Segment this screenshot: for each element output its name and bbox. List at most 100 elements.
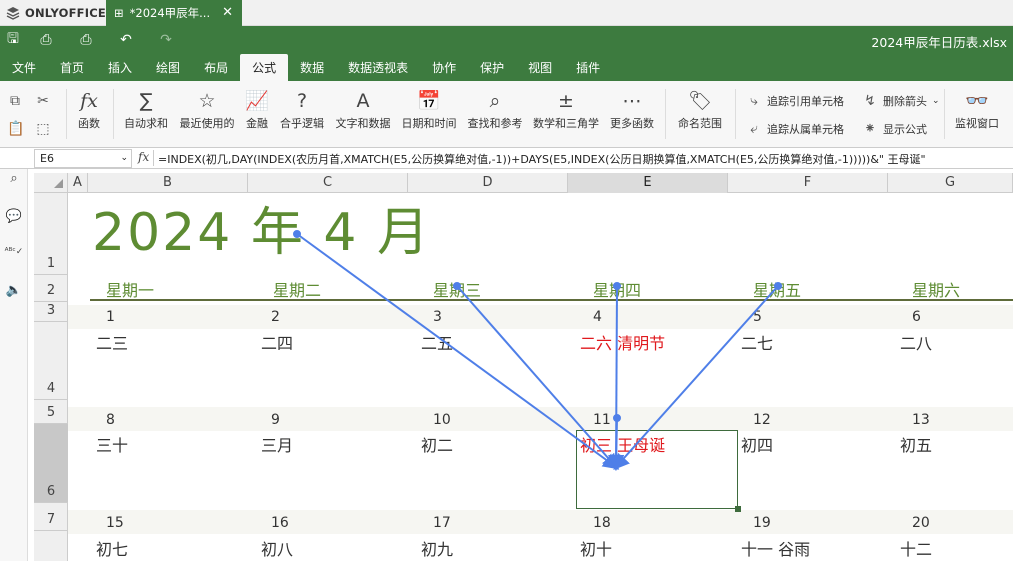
trace-arrow-origin — [613, 414, 621, 422]
trace-arrow-origin — [293, 230, 301, 238]
close-icon[interactable]: ✕ — [222, 5, 233, 20]
fx-icon[interactable]: fx — [138, 150, 149, 164]
menu-8[interactable]: 协作 — [420, 54, 468, 81]
menu-10[interactable]: 视图 — [516, 54, 564, 81]
trace-arrow-origin — [453, 282, 461, 290]
trace-arrow — [613, 285, 779, 470]
show-formulas-icon: ⁕ — [864, 121, 876, 137]
row-header-7[interactable]: 7 — [34, 503, 68, 531]
trace-arrow-origin — [774, 282, 782, 290]
title-tab-bar: ONLYOFFICE ⊞ *2024甲辰年... ✕ — [0, 0, 1013, 26]
column-headers: ABCDEFG — [68, 173, 1013, 193]
row-header-2[interactable]: 2 — [34, 275, 68, 302]
plus-minus-icon: ± — [558, 90, 574, 112]
select-all-corner[interactable] — [34, 173, 68, 193]
menu-1[interactable]: 首页 — [48, 54, 96, 81]
trace-precedents-button[interactable]: ⤷ 追踪引用单元格 — [746, 93, 844, 109]
column-header-b[interactable]: B — [88, 173, 248, 193]
menu-bar: 文件 首页 插入 绘图 布局 公式 数据 数据透视表 协作 保护 视图 插件 — [0, 54, 612, 81]
text-data-button[interactable]: A 文字和数据 — [333, 89, 393, 131]
trace-precedent-arrows — [293, 230, 782, 471]
star-icon: ☆ — [198, 90, 216, 112]
column-header-e[interactable]: E — [568, 173, 728, 193]
search-icon[interactable]: ⌕ — [0, 171, 28, 186]
print-icon[interactable]: ⎙ — [26, 26, 66, 54]
column-header-g[interactable]: G — [888, 173, 1013, 193]
text-a-icon: A — [356, 90, 370, 112]
formula-separator — [153, 150, 154, 166]
ribbon-separator — [66, 89, 67, 139]
recent-functions-button[interactable]: ☆ 最近使用的 — [177, 89, 237, 131]
header-bar: 🖫 ⎙ ⎙ ↶ ↷ 2024甲辰年日历表.xlsx 文件 首页 插入 绘图 布局 公式 数据… — [0, 26, 1013, 81]
column-header-a[interactable]: A — [68, 173, 88, 193]
named-range-button[interactable]: 🏷 命名范围 — [674, 89, 726, 131]
ribbon-separator — [944, 89, 945, 139]
cut-icon[interactable]: ✂ — [35, 93, 51, 109]
ribbon-separator — [113, 89, 114, 139]
brand-name: ONLYOFFICE — [25, 6, 106, 20]
math-trig-button[interactable]: ± 数学和三角学 — [531, 89, 601, 131]
speaker-icon[interactable]: 🔈 — [0, 283, 28, 298]
search-icon: ⌕ — [489, 90, 501, 112]
row-header-4[interactable]: 4 — [34, 322, 68, 400]
financial-chart-icon: 📈 — [245, 90, 269, 112]
autosum-button[interactable]: ∑ 自动求和 — [120, 89, 172, 131]
column-header-d[interactable]: D — [408, 173, 568, 193]
menu-6[interactable]: 数据 — [288, 54, 336, 81]
menu-11[interactable]: 插件 — [564, 54, 612, 81]
menu-4[interactable]: 布局 — [192, 54, 240, 81]
chevron-down-icon: ⌄ — [932, 96, 940, 106]
trace-dependents-button[interactable]: ⤶ 追踪从属单元格 — [746, 121, 844, 137]
menu-5[interactable]: 公式 — [240, 54, 289, 81]
remove-arrows-button[interactable]: ↯ 删除箭头 ⌄ — [862, 93, 940, 109]
quick-print-icon[interactable]: ⎙ — [66, 26, 106, 54]
formula-ribbon: ⧉ ✂ 📋 ⬚ fx 函数 ∑ 自动求和 ☆ 最近使用的 📈 金融 ? 合乎逻辑… — [0, 81, 1013, 148]
insert-function-button[interactable]: fx 函数 — [74, 89, 104, 131]
financial-button[interactable]: 📈 金融 — [242, 89, 272, 131]
redo-icon[interactable]: ↷ — [146, 26, 186, 54]
spreadsheet-app: ONLYOFFICE ⊞ *2024甲辰年... ✕ 🖫 ⎙ ⎙ ↶ ↷ 202… — [0, 0, 1013, 561]
spreadsheet-icon: ⊞ — [114, 6, 124, 20]
logical-button[interactable]: ? 合乎逻辑 — [278, 89, 326, 131]
menu-7[interactable]: 数据透视表 — [336, 54, 420, 81]
menu-9[interactable]: 保护 — [468, 54, 516, 81]
lookup-reference-button[interactable]: ⌕ 查找和参考 — [465, 89, 525, 131]
name-box[interactable]: E6 ⌄ — [34, 149, 132, 168]
trace-arrow-origin — [613, 282, 621, 290]
chevron-down-icon[interactable]: ⌄ — [120, 150, 128, 167]
question-icon: ? — [296, 90, 308, 112]
sheet-grid[interactable]: 2024 年 4 月 星期一 星期二 星期三 星期四 星期五 星期六 1 2 3 4 5 6 二三 二四… — [68, 193, 1013, 561]
paste-icon[interactable]: 📋 — [7, 121, 24, 137]
save-icon[interactable]: 🖫 — [0, 26, 26, 54]
menu-0[interactable]: 文件 — [0, 54, 48, 81]
row-header-5[interactable]: 5 — [34, 400, 68, 424]
column-header-c[interactable]: C — [248, 173, 408, 193]
spellcheck-icon[interactable]: ᴬᴮᶜ✓ — [0, 247, 28, 257]
undo-icon[interactable]: ↶ — [106, 26, 146, 54]
menu-2[interactable]: 插入 — [96, 54, 144, 81]
select-all-icon[interactable]: ⬚ — [35, 121, 51, 137]
calendar-clock-icon: 📅 — [417, 90, 441, 112]
row-header-6[interactable]: 6 — [34, 424, 68, 503]
left-sidebar: ⌕ 💬 ᴬᴮᶜ✓ 🔈 — [0, 169, 28, 561]
copy-icon[interactable]: ⧉ — [7, 93, 23, 109]
more-dots-icon: ⋯ — [622, 90, 642, 112]
formula-bar: E6 ⌄ fx =INDEX(初几,DAY(INDEX(农历月首,XMATCH(… — [0, 148, 1013, 169]
formula-input[interactable]: =INDEX(初几,DAY(INDEX(农历月首,XMATCH(E5,公历换算绝… — [158, 151, 926, 167]
document-tab[interactable]: ⊞ *2024甲辰年... ✕ — [106, 0, 242, 26]
row-header-3[interactable]: 3 — [34, 302, 68, 322]
comment-icon[interactable]: 💬 — [0, 209, 28, 224]
menu-3[interactable]: 绘图 — [144, 54, 192, 81]
column-header-f[interactable]: F — [728, 173, 888, 193]
layers-icon — [6, 7, 20, 20]
show-formulas-button[interactable]: ⁕ 显示公式 — [862, 121, 927, 137]
remove-arrows-icon: ↯ — [864, 93, 876, 109]
row-header-1[interactable]: 1 — [34, 193, 68, 275]
more-functions-button[interactable]: ⋯ 更多函数 — [607, 89, 657, 131]
fx-icon: fx — [80, 90, 98, 112]
date-time-button[interactable]: 📅 日期和时间 — [399, 89, 459, 131]
document-tab-title: *2024甲辰年... — [129, 6, 211, 20]
trace-dependents-icon: ⤶ — [750, 121, 758, 137]
watch-window-button[interactable]: 👓 监视窗口 — [951, 89, 1003, 131]
quick-access-toolbar: 🖫 ⎙ ⎙ ↶ ↷ — [0, 26, 186, 54]
